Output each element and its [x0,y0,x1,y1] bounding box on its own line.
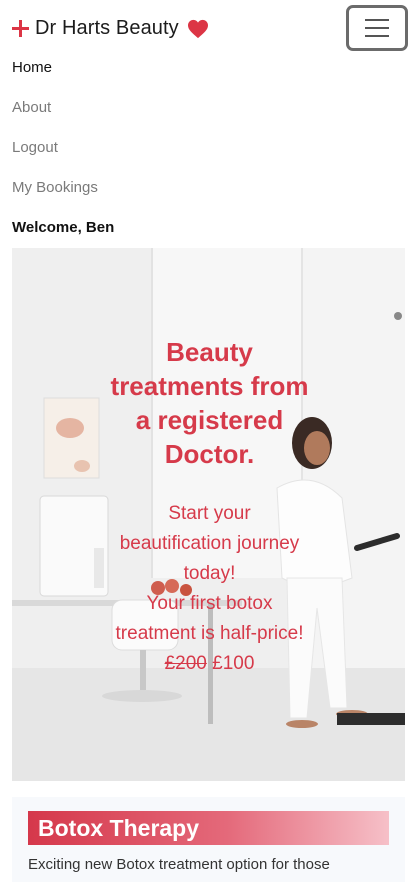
hero-sub-line: beautification journey [119,533,300,554]
plus-icon [12,20,29,37]
hero-banner: Beauty treatments from a registered Doct… [12,248,405,781]
brand-link[interactable]: Dr Harts Beauty [12,17,209,40]
old-price: £200 [164,653,207,674]
hero-sub-line: Start your [168,503,251,524]
hero-title-line: Beauty [166,337,253,367]
hero-sub-line: treatment is half-price! [115,623,304,644]
hamburger-icon [365,19,389,21]
nav-link-my-bookings[interactable]: My Bookings [12,178,114,218]
hero-title-line: treatments from [110,371,309,401]
hero-sub-line: today! [183,563,236,584]
nav-link-about[interactable]: About [12,98,114,138]
nav-menu: Home About Logout My Bookings Welcome, B… [12,58,114,238]
botox-section: Botox Therapy Exciting new Botox treatme… [12,797,405,882]
hero-title: Beauty treatments from a registered Doct… [102,335,317,471]
price-line: £200 £100 [92,649,327,679]
hero-sub-line: Your first botox [146,593,273,614]
hero-title-line: a registered [135,405,284,435]
hero-subtitle: Start your beautification journey today!… [92,499,327,679]
brand-name: Dr Harts Beauty [35,17,179,39]
section-heading: Botox Therapy [28,811,389,845]
new-price: £100 [212,653,255,674]
hero-title-line: Doctor. [164,439,255,469]
hamburger-icon [365,35,389,37]
welcome-text: Welcome, Ben [12,219,115,236]
section-text: Exciting new Botox treatment option for … [28,856,330,873]
nav-link-logout[interactable]: Logout [12,138,114,178]
brand-row: Dr Harts Beauty [0,0,413,56]
nav-link-home[interactable]: Home [12,58,114,98]
heart-icon [187,19,208,38]
navbar-toggler-button[interactable] [346,5,408,51]
hamburger-icon [365,27,389,29]
